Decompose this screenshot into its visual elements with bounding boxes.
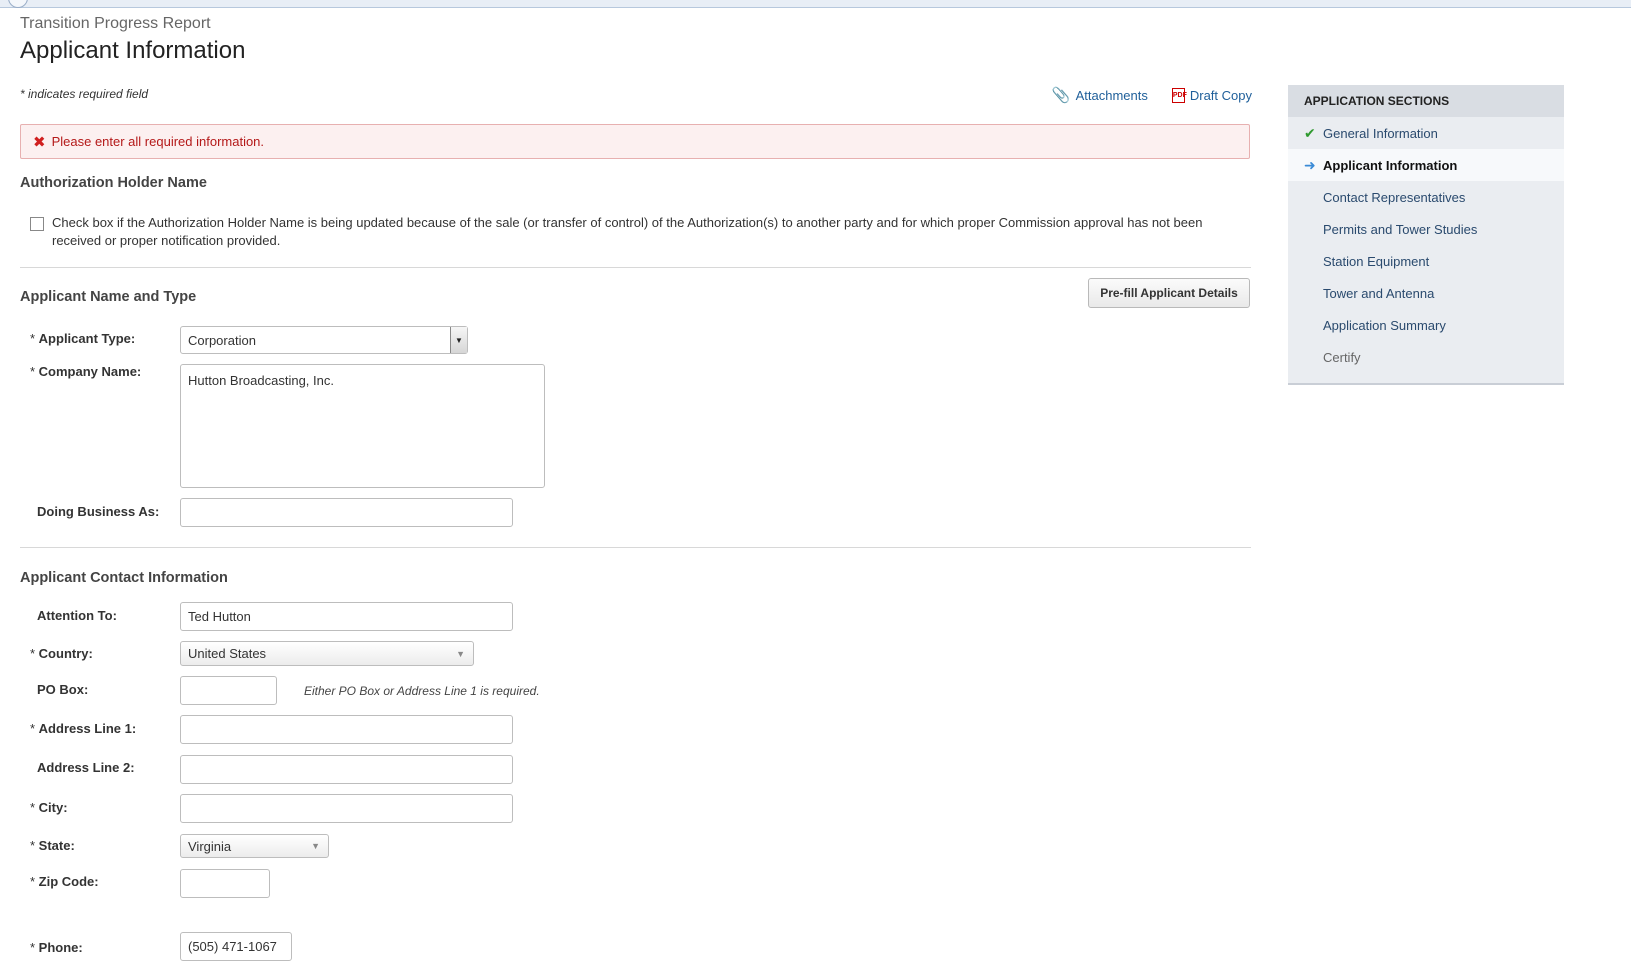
- applicant-type-value: Corporation: [188, 332, 256, 348]
- sidebar-item-general-information[interactable]: ✔ General Information: [1288, 117, 1564, 149]
- top-links: 📎 Attachments PDF Draft Copy: [1052, 86, 1252, 104]
- auth-holder-checkbox[interactable]: [30, 217, 44, 231]
- page-title: Applicant Information: [20, 37, 246, 64]
- sidebar-item-label: Tower and Antenna: [1323, 285, 1435, 301]
- attention-label: Attention To:: [37, 608, 117, 623]
- applicant-type-label: * Applicant Type:: [30, 331, 136, 346]
- error-x-icon: ✖: [33, 133, 46, 151]
- error-message: Please enter all required information.: [51, 134, 265, 149]
- sidebar-item-label: Contact Representatives: [1323, 189, 1466, 205]
- sidebar-item-permits-tower-studies[interactable]: Permits and Tower Studies: [1288, 213, 1564, 245]
- company-name-value: Hutton Broadcasting, Inc.: [188, 373, 334, 388]
- pobox-hint: Either PO Box or Address Line 1 is requi…: [304, 684, 540, 698]
- applicant-type-label-text: Applicant Type:: [38, 331, 136, 346]
- phone-label-text: Phone:: [38, 940, 83, 955]
- country-select[interactable]: United States ▼: [180, 641, 474, 666]
- main-content: Transition Progress Report Applicant Inf…: [20, 0, 1252, 961]
- country-value: United States: [188, 646, 267, 661]
- state-label-text: State:: [38, 838, 75, 853]
- sidebar-item-certify: Certify: [1288, 341, 1564, 373]
- address2-input[interactable]: [180, 755, 513, 784]
- city-label: * City:: [30, 800, 68, 815]
- chevron-down-icon: ▼: [311, 841, 320, 851]
- draft-copy-link[interactable]: PDF Draft Copy: [1171, 86, 1252, 104]
- attention-value: Ted Hutton: [188, 609, 251, 624]
- city-label-text: City:: [38, 800, 68, 815]
- application-sections-sidebar: APPLICATION SECTIONS ✔ General Informati…: [1288, 85, 1564, 385]
- sidebar-item-label: Application Summary: [1323, 317, 1446, 333]
- draft-copy-label: Draft Copy: [1189, 87, 1252, 103]
- arrow-right-icon: ➜: [1304, 156, 1316, 173]
- sidebar-item-label: Station Equipment: [1323, 253, 1430, 269]
- company-name-textarea[interactable]: Hutton Broadcasting, Inc.: [180, 364, 545, 488]
- sidebar-item-label: Certify: [1323, 349, 1361, 365]
- auth-holder-heading: Authorization Holder Name: [20, 175, 207, 191]
- applicant-name-type-heading: Applicant Name and Type: [20, 289, 197, 305]
- paperclip-icon: 📎: [1051, 87, 1071, 104]
- address1-label: * Address Line 1:: [30, 721, 137, 736]
- sidebar-item-contact-representatives[interactable]: Contact Representatives: [1288, 181, 1564, 213]
- attachments-link[interactable]: 📎 Attachments: [1052, 86, 1148, 104]
- sidebar-item-station-equipment[interactable]: Station Equipment: [1288, 245, 1564, 277]
- sidebar-item-label: Permits and Tower Studies: [1323, 221, 1478, 237]
- dba-input[interactable]: [180, 498, 513, 527]
- attention-input[interactable]: Ted Hutton: [180, 602, 513, 631]
- sidebar-heading: APPLICATION SECTIONS: [1288, 85, 1564, 117]
- phone-value: (505) 471-1067: [188, 939, 277, 954]
- chevron-down-icon: ▼: [456, 648, 465, 659]
- pobox-label: PO Box:: [37, 682, 89, 697]
- state-label: * State:: [30, 838, 75, 853]
- country-label: * Country:: [30, 646, 93, 661]
- required-field-note: * indicates required field: [20, 87, 149, 101]
- country-label-text: Country:: [38, 646, 93, 661]
- dba-label: Doing Business As:: [37, 504, 160, 519]
- sidebar-item-application-summary[interactable]: Application Summary: [1288, 309, 1564, 341]
- zip-input[interactable]: [180, 869, 270, 898]
- page-subtitle: Transition Progress Report: [20, 15, 211, 32]
- auth-holder-checkbox-label: Check box if the Authorization Holder Na…: [52, 215, 1203, 248]
- zip-label: * Zip Code:: [30, 874, 99, 889]
- sidebar-item-label: Applicant Information: [1323, 157, 1458, 173]
- section-divider: [20, 267, 1251, 268]
- city-input[interactable]: [180, 794, 513, 823]
- auth-holder-checkbox-row: Check box if the Authorization Holder Na…: [30, 214, 1240, 250]
- phone-input[interactable]: (505) 471-1067: [180, 932, 292, 961]
- sidebar-item-tower-antenna[interactable]: Tower and Antenna: [1288, 277, 1564, 309]
- address1-input[interactable]: [180, 715, 513, 744]
- address2-label: Address Line 2:: [37, 760, 135, 775]
- company-name-label-text: Company Name:: [38, 364, 142, 379]
- company-name-label: * Company Name:: [30, 364, 142, 379]
- attachments-label: Attachments: [1075, 87, 1148, 103]
- section-divider: [20, 547, 1251, 548]
- address1-label-text: Address Line 1:: [38, 721, 137, 736]
- sidebar-item-applicant-information[interactable]: ➜ Applicant Information: [1288, 149, 1564, 181]
- pdf-icon: PDF: [1171, 87, 1187, 103]
- phone-label: * Phone:: [30, 940, 83, 955]
- state-select[interactable]: Virginia ▼: [180, 834, 329, 858]
- sidebar-item-label: General Information: [1323, 125, 1438, 141]
- prefill-applicant-button[interactable]: Pre-fill Applicant Details: [1088, 278, 1250, 308]
- error-banner: ✖ Please enter all required information.: [20, 124, 1250, 159]
- state-value: Virginia: [188, 838, 232, 854]
- applicant-type-select[interactable]: Corporation ▼: [180, 326, 468, 354]
- pobox-input[interactable]: [180, 676, 277, 705]
- checkmark-icon: ✔: [1304, 124, 1316, 141]
- zip-label-text: Zip Code:: [38, 874, 99, 889]
- applicant-contact-heading: Applicant Contact Information: [20, 570, 228, 586]
- chevron-down-icon: ▼: [450, 327, 467, 353]
